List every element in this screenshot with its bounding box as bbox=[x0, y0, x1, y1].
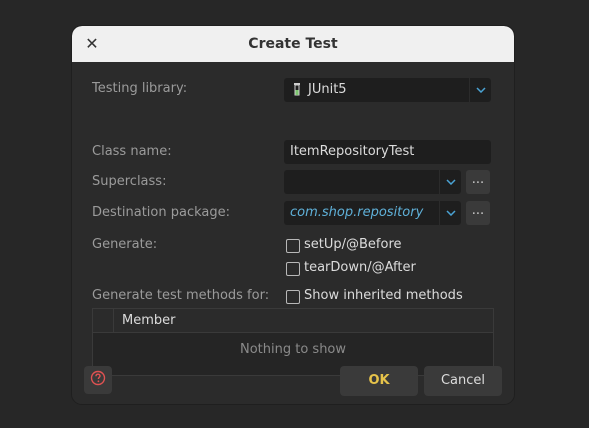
help-button[interactable] bbox=[84, 366, 112, 394]
testing-library-value: JUnit5 bbox=[308, 82, 347, 97]
empty-state-text: Nothing to show bbox=[239, 342, 347, 357]
dialog-titlebar: ✕ Create Test bbox=[72, 26, 514, 62]
class-name-label: Class name: bbox=[92, 144, 172, 159]
cancel-button[interactable]: Cancel bbox=[424, 366, 502, 396]
test-tube-icon bbox=[292, 82, 302, 102]
generate-methods-label: Generate test methods for: bbox=[92, 288, 270, 303]
table-header: Member bbox=[93, 309, 493, 333]
class-name-value: ItemRepositoryTest bbox=[290, 144, 415, 159]
setup-checkbox-label: setUp/@Before bbox=[304, 237, 402, 252]
generate-label: Generate: bbox=[92, 237, 158, 252]
create-test-dialog: ✕ Create Test Testing library: JUnit5 Cl… bbox=[72, 26, 514, 404]
destination-package-value: com.shop.repository bbox=[290, 205, 424, 220]
testing-library-combo[interactable]: JUnit5 bbox=[284, 78, 491, 102]
show-inherited-label: Show inherited methods bbox=[304, 288, 463, 303]
setup-checkbox[interactable] bbox=[286, 239, 300, 253]
class-name-field[interactable]: ItemRepositoryTest bbox=[284, 140, 491, 164]
superclass-browse-button[interactable]: ... bbox=[466, 170, 490, 194]
table-header-check-column[interactable] bbox=[93, 309, 114, 332]
destination-package-label: Destination package: bbox=[92, 205, 230, 220]
superclass-combo[interactable] bbox=[284, 170, 461, 194]
show-inherited-checkbox[interactable] bbox=[286, 290, 300, 304]
destination-package-combo[interactable]: com.shop.repository bbox=[284, 201, 461, 225]
teardown-checkbox[interactable] bbox=[286, 262, 300, 276]
help-icon bbox=[90, 370, 106, 390]
testing-library-label: Testing library: bbox=[92, 81, 188, 96]
chevron-down-icon[interactable] bbox=[439, 201, 461, 225]
teardown-checkbox-label: tearDown/@After bbox=[304, 260, 416, 275]
ok-button[interactable]: OK bbox=[340, 366, 418, 396]
destination-package-browse-button[interactable]: ... bbox=[466, 201, 490, 225]
dialog-title: Create Test bbox=[248, 36, 338, 52]
chevron-down-icon[interactable] bbox=[439, 170, 461, 194]
superclass-label: Superclass: bbox=[92, 174, 167, 189]
member-column-header[interactable]: Member bbox=[122, 309, 175, 333]
chevron-down-icon[interactable] bbox=[469, 78, 491, 102]
dialog-body: Testing library: JUnit5 Class name: Item… bbox=[72, 62, 514, 404]
